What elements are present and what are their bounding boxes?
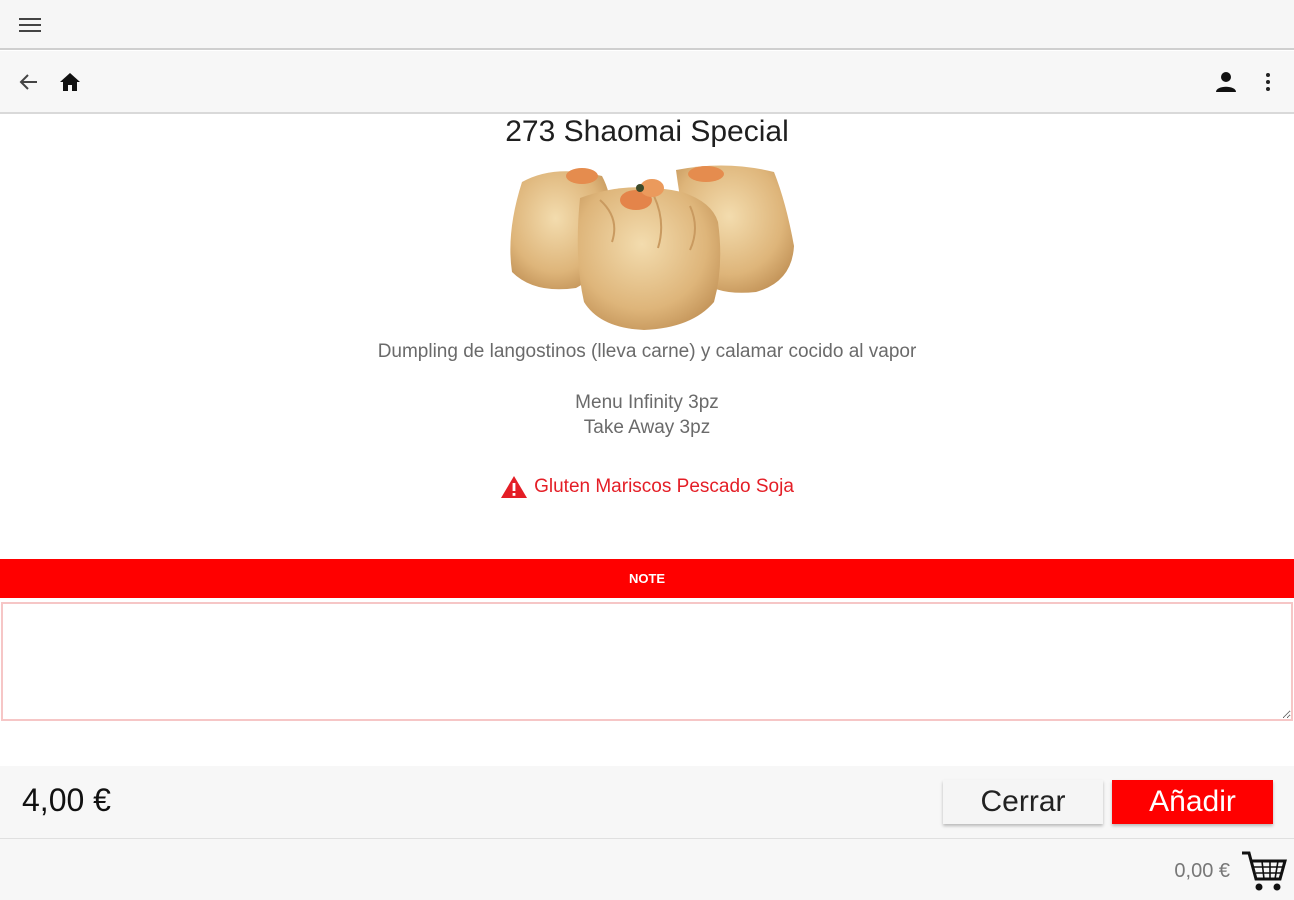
variant-take-away: Take Away 3pz bbox=[583, 417, 711, 438]
home-button[interactable] bbox=[53, 65, 87, 99]
product-image bbox=[510, 165, 794, 330]
product-price: 4,00 € bbox=[22, 782, 111, 818]
warning-icon bbox=[501, 476, 528, 498]
allergen-warning: Gluten Mariscos Pescado Soja bbox=[0, 474, 1294, 500]
product-description: Dumpling de langostinos (lleva carne) y … bbox=[377, 341, 917, 362]
close-button[interactable]: Cerrar bbox=[943, 780, 1103, 824]
variant-menu-infinity: Menu Infinity 3pz bbox=[575, 392, 719, 413]
navigation-bar bbox=[0, 51, 1294, 114]
cart-total: 0,00 € bbox=[1174, 860, 1230, 882]
cart-button[interactable] bbox=[1240, 849, 1288, 893]
add-to-cart-button[interactable]: Añadir bbox=[1112, 780, 1273, 824]
arrow-back-icon bbox=[19, 74, 37, 90]
person-icon bbox=[1216, 72, 1236, 92]
menu-button[interactable] bbox=[12, 10, 48, 40]
product-variants: Menu Infinity 3pz Take Away 3pz bbox=[0, 390, 1294, 440]
more-vert-icon bbox=[1266, 73, 1270, 91]
account-button[interactable] bbox=[1209, 65, 1243, 99]
allergen-list: Gluten Mariscos Pescado Soja bbox=[534, 476, 794, 497]
more-options-button[interactable] bbox=[1251, 65, 1285, 99]
back-button[interactable] bbox=[12, 65, 46, 99]
action-footer: 4,00 € Cerrar Añadir bbox=[0, 766, 1294, 838]
home-icon bbox=[60, 73, 80, 91]
top-app-bar bbox=[0, 0, 1294, 50]
cart-icon bbox=[1242, 851, 1287, 891]
menu-icon bbox=[19, 18, 41, 32]
product-detail: 273 Shaomai Special Dumpling de langosti… bbox=[0, 114, 1294, 559]
note-textarea[interactable] bbox=[1, 602, 1293, 721]
cart-bar: 0,00 € bbox=[0, 838, 1294, 900]
note-header: NOTE bbox=[0, 559, 1294, 598]
product-title: 273 Shaomai Special bbox=[505, 115, 789, 148]
